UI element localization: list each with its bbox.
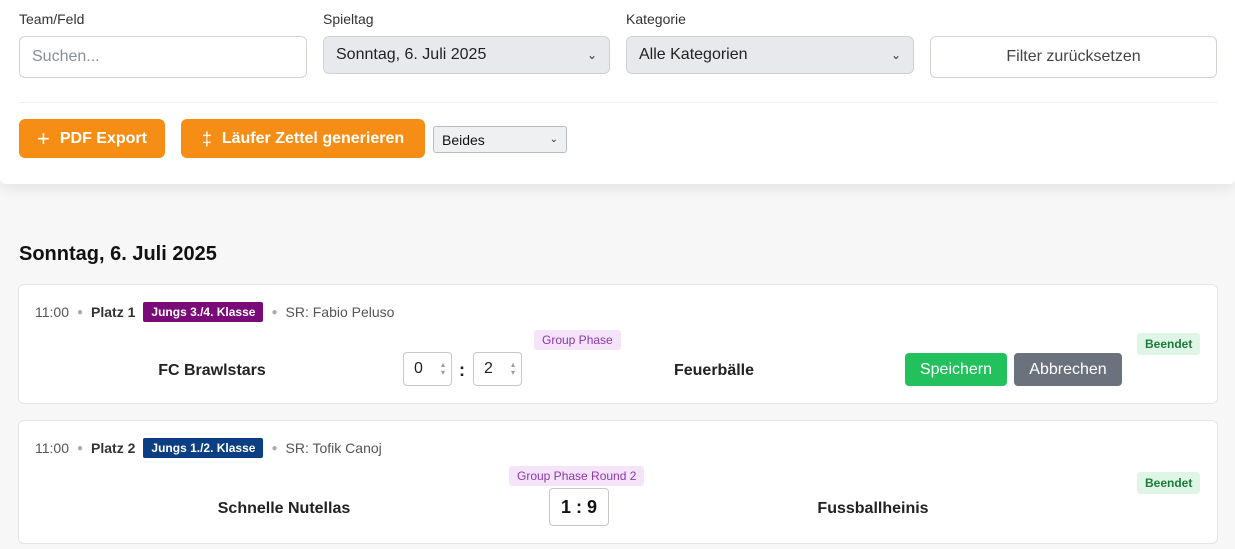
- search-input[interactable]: [19, 36, 307, 78]
- home-team: FC Brawlstars: [158, 362, 266, 379]
- laeufer-zettel-button[interactable]: ‡ Läufer Zettel generieren: [181, 119, 425, 158]
- match-field: Platz 1: [91, 304, 136, 320]
- save-button[interactable]: Speichern: [905, 353, 1007, 386]
- status-badge: Beendet: [1137, 472, 1201, 494]
- phase-badge: Group Phase Round 2: [509, 466, 645, 486]
- away-team: Fussballheinis: [817, 500, 929, 517]
- home-score-value: 0: [414, 360, 423, 377]
- chevron-down-icon: ⌄: [549, 134, 558, 145]
- match-referee: SR: Fabio Peluso: [285, 304, 395, 320]
- spieltag-label: Spieltag: [323, 11, 374, 27]
- separator-dot: ●: [271, 306, 278, 318]
- match-time: 11:00: [35, 304, 69, 320]
- chevron-down-icon: ⌄: [890, 48, 901, 62]
- category-badge: Jungs 1./2. Klasse: [143, 438, 264, 458]
- match-meta: 11:00 ● Platz 2 Jungs 1./2. Klasse ● SR:…: [35, 438, 382, 458]
- away-score-input[interactable]: 2 ▴ ▾: [473, 352, 522, 386]
- away-score-value: 2: [484, 360, 493, 377]
- list-icon: ‡: [201, 128, 212, 149]
- separator-dot: ●: [77, 306, 84, 318]
- match-card: 11:00 ● Platz 2 Jungs 1./2. Klasse ● SR:…: [18, 420, 1218, 544]
- match-field: Platz 2: [91, 440, 136, 456]
- match-time: 11:00: [35, 440, 69, 456]
- final-score: 1 : 9: [549, 488, 609, 526]
- spinner-icon[interactable]: ▴ ▾: [441, 361, 445, 377]
- pdf-export-button[interactable]: + PDF Export: [19, 119, 165, 158]
- separator-dot: ●: [271, 442, 278, 454]
- match-card: 11:00 ● Platz 1 Jungs 3./4. Klasse ● SR:…: [18, 284, 1218, 404]
- day-title: Sonntag, 6. Juli 2025: [19, 243, 217, 265]
- mode-select[interactable]: Beides ⌄: [433, 126, 567, 153]
- divider: [19, 102, 1217, 103]
- team-filter-label: Team/Feld: [19, 11, 85, 27]
- pdf-export-label: PDF Export: [59, 129, 147, 147]
- spieltag-select[interactable]: Sonntag, 6. Juli 2025 ⌄: [323, 36, 610, 74]
- match-referee: SR: Tofik Canoj: [285, 440, 382, 456]
- category-badge: Jungs 3./4. Klasse: [143, 302, 264, 322]
- separator-dot: ●: [77, 442, 84, 454]
- away-team: Feuerbälle: [673, 362, 755, 379]
- mode-select-value: Beides: [442, 131, 485, 148]
- status-badge: Beendet: [1137, 333, 1201, 355]
- kategorie-select[interactable]: Alle Kategorien ⌄: [626, 36, 914, 74]
- reset-filter-button[interactable]: Filter zurücksetzen: [930, 36, 1217, 78]
- spieltag-select-value: Sonntag, 6. Juli 2025: [336, 46, 487, 63]
- home-team: Schnelle Nutellas: [217, 500, 351, 517]
- cancel-button[interactable]: Abbrechen: [1014, 353, 1122, 386]
- laeufer-zettel-label: Läufer Zettel generieren: [221, 129, 405, 147]
- spinner-icon[interactable]: ▴ ▾: [511, 361, 515, 377]
- chevron-down-icon: ⌄: [586, 48, 597, 62]
- phase-badge: Group Phase: [534, 330, 621, 350]
- home-score-input[interactable]: 0 ▴ ▾: [403, 352, 452, 386]
- score-separator: :: [459, 360, 465, 380]
- plus-icon: +: [37, 125, 50, 151]
- kategorie-select-value: Alle Kategorien: [639, 46, 748, 63]
- match-meta: 11:00 ● Platz 1 Jungs 3./4. Klasse ● SR:…: [35, 302, 394, 322]
- filter-panel: Team/Feld Spieltag Sonntag, 6. Juli 2025…: [0, 0, 1235, 184]
- kategorie-label: Kategorie: [626, 11, 686, 27]
